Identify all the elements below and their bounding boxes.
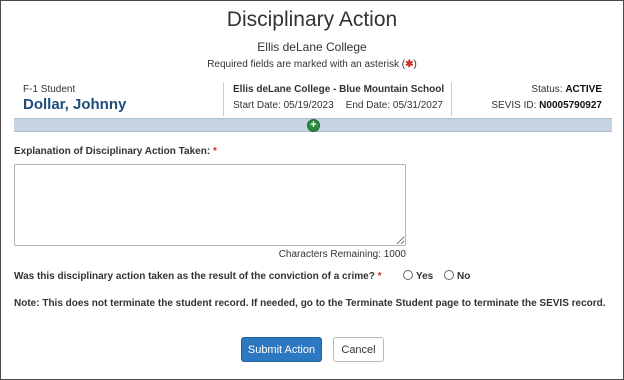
termination-note: Note: This does not terminate the studen…: [14, 298, 606, 309]
characters-remaining: Characters Remaining: 1000: [14, 249, 406, 260]
plus-circle-icon[interactable]: +: [307, 119, 320, 132]
student-identity: F-1 Student Dollar, Johnny: [23, 84, 223, 113]
sevis-id-label: SEVIS ID:: [491, 100, 537, 111]
start-date-value: 05/19/2023: [283, 100, 334, 111]
submit-action-button[interactable]: Submit Action: [241, 337, 322, 362]
status-info: Status: ACTIVE SEVIS ID: N0005790927: [452, 84, 602, 111]
end-date-value: 05/31/2027: [392, 100, 443, 111]
characters-remaining-count: 1000: [383, 249, 406, 260]
explanation-label: Explanation of Disciplinary Action Taken…: [14, 146, 217, 157]
radio-yes-circle[interactable]: [403, 270, 413, 280]
explanation-textarea[interactable]: [14, 164, 406, 246]
end-date-label: End Date:: [345, 100, 391, 111]
radio-no[interactable]: No: [444, 270, 470, 282]
crime-radio-group: Yes No: [403, 270, 478, 282]
status-row: Status: ACTIVE: [452, 84, 602, 95]
radio-no-label[interactable]: No: [457, 271, 470, 282]
characters-remaining-label: Characters Remaining:: [278, 249, 381, 260]
program-name: Ellis deLane College - Blue Mountain Sch…: [233, 84, 445, 95]
start-date-label: Start Date:: [233, 100, 281, 111]
page-title: Disciplinary Action: [226, 8, 398, 31]
sevis-id-value: N0005790927: [539, 100, 602, 111]
program-info: Ellis deLane College - Blue Mountain Sch…: [223, 82, 452, 116]
required-asterisk: *: [212, 146, 217, 157]
radio-yes-label[interactable]: Yes: [416, 271, 433, 282]
sevis-row: SEVIS ID: N0005790927: [452, 100, 602, 111]
program-dates: Start Date: 05/19/2023 End Date: 05/31/20…: [233, 100, 451, 111]
required-note-suffix: ): [413, 59, 417, 70]
student-info-header: F-1 Student Dollar, Johnny Ellis deLane …: [14, 82, 612, 116]
student-name: Dollar, Johnny: [23, 96, 127, 113]
required-fields-note: Required fields are marked with an aster…: [0, 59, 624, 70]
required-asterisk: *: [377, 271, 382, 282]
explanation-label-text: Explanation of Disciplinary Action Taken…: [14, 146, 211, 157]
crime-question: Was this disciplinary action taken as th…: [14, 271, 382, 282]
radio-no-circle[interactable]: [444, 270, 455, 280]
cancel-button[interactable]: Cancel: [333, 337, 384, 362]
status-label: Status:: [531, 84, 563, 95]
status-badge: ACTIVE: [565, 84, 602, 95]
crime-question-text: Was this disciplinary action taken as th…: [14, 271, 375, 282]
school-name: Ellis deLane College: [257, 40, 367, 54]
required-note-prefix: Required fields are marked with an aster…: [207, 59, 406, 70]
student-type: F-1 Student: [23, 84, 76, 95]
expand-details-bar: +: [14, 118, 612, 132]
radio-yes[interactable]: Yes: [403, 270, 433, 282]
